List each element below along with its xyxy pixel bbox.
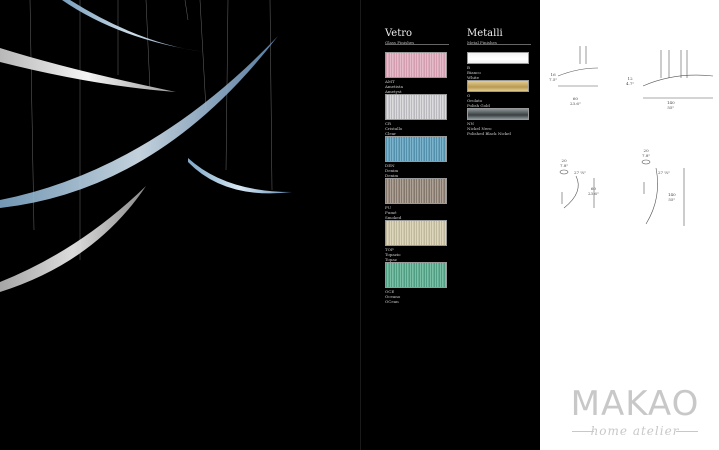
brand-logo: MAKAO <box>570 384 700 424</box>
metal-swatch-label: B Bianco White <box>467 65 481 80</box>
glass-swatch <box>385 220 447 246</box>
dim-height: 140 55" <box>668 192 676 202</box>
glass-title: Vetro <box>385 28 413 39</box>
metal-swatch <box>467 52 529 64</box>
glass-swatch-label: TOP Topazio Topaz <box>385 247 401 262</box>
metal-title: Metalli <box>467 28 503 39</box>
glass-finishes-heading: Vetro Glass Finishes <box>385 28 414 45</box>
dim-width: 140 55" <box>667 100 675 110</box>
glass-swatch <box>385 136 447 162</box>
product-photo <box>0 0 360 450</box>
glass-swatch-label: AMT Ametista Ametyst <box>385 79 403 94</box>
dim-height: 12 4.7" <box>626 76 635 86</box>
metal-swatch-label: NN Nickel Nero Polished Black Nickel <box>467 121 511 136</box>
dim-width: 60 23.6" <box>570 96 581 106</box>
metal-swatch <box>467 108 529 120</box>
suspended-glass-leaves-image <box>0 0 292 292</box>
technical-drawings-panel: 16 7.5" 60 23.6" 12 4.7" 140 55" 20 7.8"… <box>540 0 719 450</box>
glass-swatch-label: DEN Denim Denim <box>385 163 399 178</box>
glass-swatch <box>385 52 447 78</box>
drawing-pendant-small <box>557 46 599 87</box>
glass-swatch <box>385 178 447 204</box>
glass-swatch-label: CR Cristallo Clear <box>385 121 403 136</box>
divider <box>385 44 449 45</box>
glass-swatch <box>385 94 447 120</box>
glass-swatch-label: OCE Oceano OCean <box>385 289 401 304</box>
dim-side: 27 ⅝" <box>574 170 587 175</box>
drawing-pendant-large <box>642 50 714 99</box>
brand-rule-right <box>676 431 698 432</box>
dim-top: 20 7.8" <box>642 148 651 158</box>
dim-top: 20 7.8" <box>560 158 569 168</box>
divider <box>467 44 531 45</box>
drawing-wall-large <box>641 159 685 226</box>
dim-height: 16 7.5" <box>549 72 558 82</box>
glass-swatch <box>385 262 447 288</box>
metal-swatch <box>467 80 529 92</box>
metal-finishes-heading: Metalli Metal Finishes <box>467 28 503 45</box>
metal-swatch-label: O Orolato Polish Gold <box>467 93 490 108</box>
dim-side: 27 ⅝" <box>658 170 671 175</box>
dim-height: 60 23.6" <box>588 186 599 196</box>
finishes-panel: Vetro Glass Finishes Metalli Metal Finis… <box>360 0 541 450</box>
glass-swatch-label: FU Fumé Smoked <box>385 205 402 220</box>
